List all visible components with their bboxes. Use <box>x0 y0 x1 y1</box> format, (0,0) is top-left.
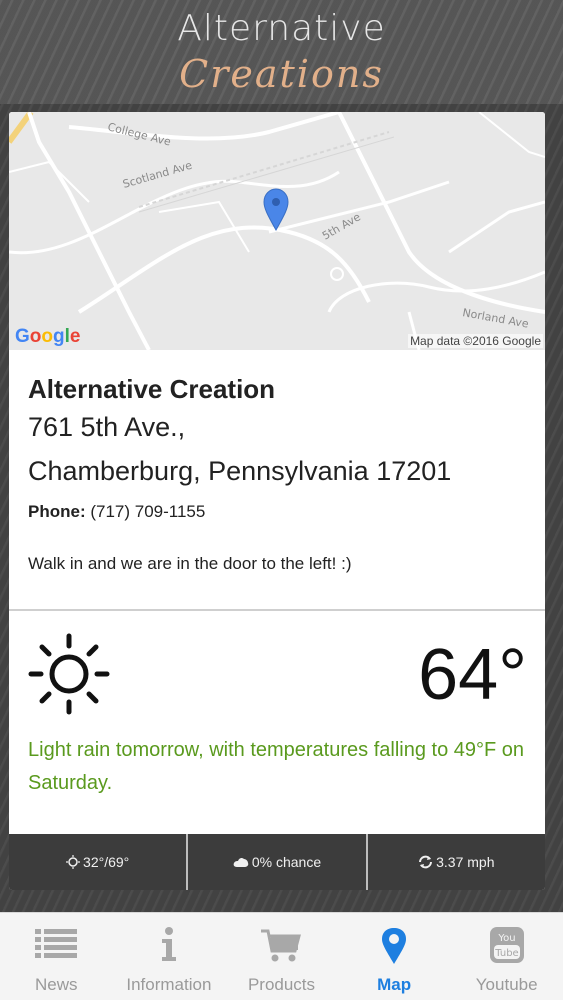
divider <box>9 609 545 611</box>
svg-text:You: You <box>497 933 515 944</box>
directions-note: Walk in and we are in the door to the le… <box>28 554 352 573</box>
hi-lo-cell: 32°/69° <box>9 834 189 890</box>
tab-label: Products <box>247 975 316 994</box>
map-roads: College Ave Scotland Ave 5th Ave Norland… <box>9 112 545 350</box>
hi-lo-value: 32°/69° <box>83 854 130 870</box>
tab-youtube[interactable]: You Tube Youtube <box>450 913 563 1000</box>
address-line2: Chamberburg, Pennsylvania 17201 <box>28 456 452 486</box>
precip-cell: 0% chance <box>188 834 368 890</box>
tab-label: Youtube <box>475 975 538 994</box>
info-icon <box>159 927 179 967</box>
logo-subtitle: Creations <box>179 52 384 96</box>
tab-information[interactable]: Information <box>113 913 226 1000</box>
address-line1: 761 5th Ave., <box>28 412 186 442</box>
phone-row[interactable]: Phone: (717) 709-1155 <box>28 502 528 522</box>
precip-value: 0% chance <box>251 854 322 870</box>
list-icon <box>35 927 78 965</box>
tab-products[interactable]: Products <box>225 913 338 1000</box>
wind-value: 3.37 mph <box>436 854 495 870</box>
cart-icon <box>261 927 302 967</box>
business-info: Alternative Creation 761 5th Ave., Chamb… <box>28 374 528 574</box>
google-logo: Google <box>15 326 81 347</box>
bottom-tab-bar: News Information Products Map You Tube Yo… <box>0 912 563 1000</box>
app-header: Alternative Creations <box>0 0 563 104</box>
forecast-text: Light rain tomorrow, with temperatures f… <box>28 739 525 794</box>
map-pin-icon <box>381 927 407 969</box>
weather-details-bar: 32°/69° 0% chance 3.37 mph <box>9 834 545 890</box>
tab-map[interactable]: Map <box>338 913 451 1000</box>
phone-label: Phone: <box>28 502 86 521</box>
tab-label: Information <box>126 975 212 994</box>
sun-icon <box>27 632 111 720</box>
refresh-icon <box>418 855 433 869</box>
map-attribution: Map data ©2016 Google <box>408 334 543 348</box>
svg-text:Tube: Tube <box>494 948 518 959</box>
youtube-icon: You Tube <box>489 927 524 967</box>
location-card: College Ave Scotland Ave 5th Ave Norland… <box>9 112 545 890</box>
phone-number[interactable]: (717) 709-1155 <box>90 502 205 521</box>
tab-label: Map <box>377 975 412 994</box>
map-view[interactable]: College Ave Scotland Ave 5th Ave Norland… <box>9 112 545 350</box>
wind-cell: 3.37 mph <box>368 834 545 890</box>
logo-title: Alternative <box>177 8 386 49</box>
tab-label: News <box>35 975 78 994</box>
sun-small-icon <box>66 855 81 869</box>
tab-news[interactable]: News <box>0 913 113 1000</box>
current-temperature: 64° <box>418 635 527 715</box>
cloud-icon <box>233 856 249 868</box>
business-name: Alternative Creation <box>28 374 276 404</box>
